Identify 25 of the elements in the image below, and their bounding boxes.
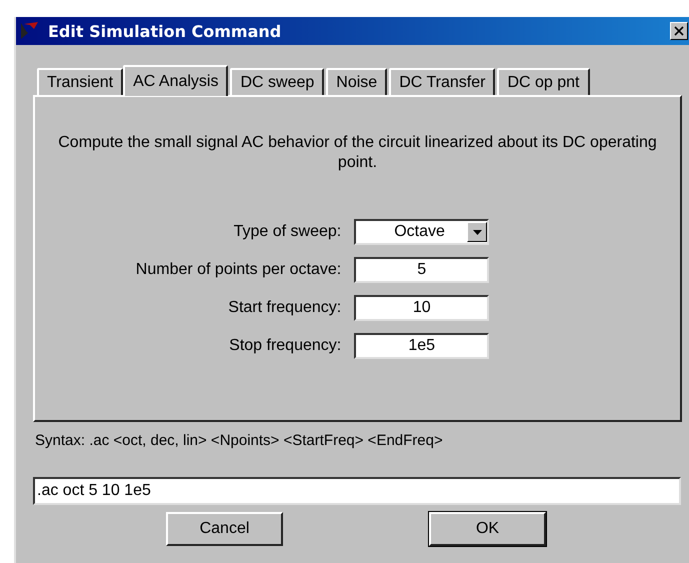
close-icon [674, 26, 684, 36]
input-field[interactable]: 10 [354, 295, 490, 321]
field-label: Number of points per octave: [136, 261, 342, 279]
dropdown-arrow-button[interactable] [467, 222, 488, 242]
window-title: Edit Simulation Command [48, 22, 282, 40]
input-field[interactable]: 5 [354, 257, 490, 283]
field-label: Stop frequency: [228, 337, 342, 355]
dialog-button[interactable]: OK [429, 512, 546, 546]
app-logo-icon [20, 21, 40, 41]
sweep-type-dropdown[interactable]: Octave [354, 219, 490, 245]
description-text: Compute the small signal AC behavior of the circuit linearized about its DC operating point. [57, 133, 658, 173]
tab[interactable]: Noise [326, 68, 388, 95]
tab[interactable]: AC Analysis [123, 65, 228, 96]
caret-icon [472, 230, 482, 234]
field-label: Start frequency: [227, 299, 342, 317]
tab[interactable]: Transient [37, 68, 124, 95]
tab[interactable]: DC sweep [230, 68, 324, 95]
dialog-button[interactable]: Cancel [166, 512, 283, 546]
tab[interactable]: DC Transfer [389, 68, 496, 95]
input-field[interactable]: 1e5 [354, 333, 490, 359]
syntax-text: Syntax: .ac <oct, dec, lin> <Npoints> <StartFreq> <EndFreq> [35, 432, 444, 449]
command-field[interactable]: .ac oct 5 10 1e5 [33, 477, 681, 505]
close-button[interactable] [670, 22, 688, 40]
field-label: Type of sweep: [232, 223, 342, 241]
tab[interactable]: DC op pnt [497, 68, 590, 95]
